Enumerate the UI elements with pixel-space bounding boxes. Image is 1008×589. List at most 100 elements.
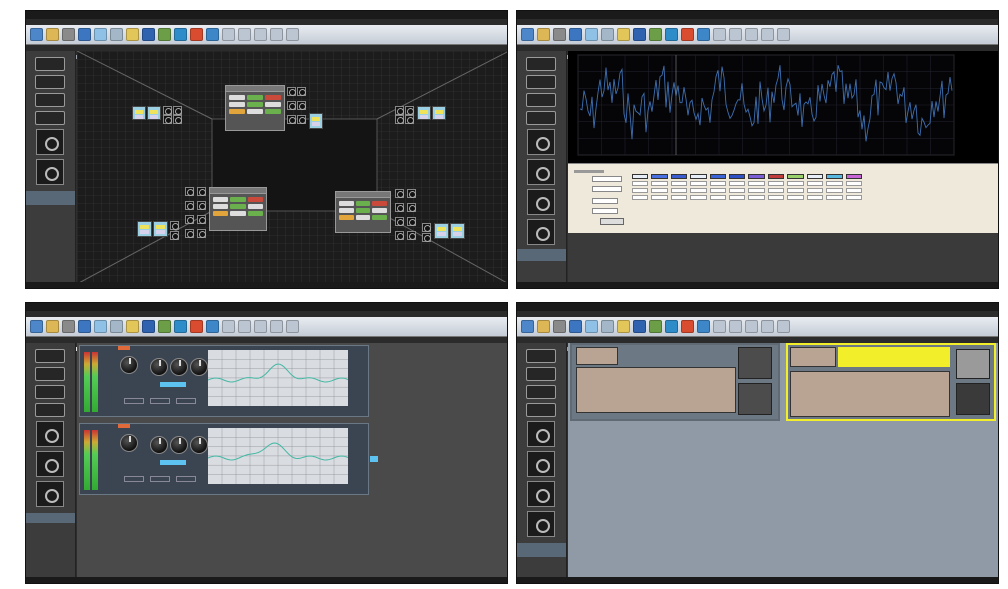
channel-value-field[interactable]	[690, 195, 707, 200]
sidebar-button[interactable]	[35, 403, 65, 417]
monitor-icon[interactable]	[158, 320, 171, 333]
channel-cell[interactable]	[651, 174, 668, 218]
copy-icon[interactable]	[78, 28, 91, 41]
copy-icon[interactable]	[78, 320, 91, 333]
open-icon[interactable]	[30, 28, 43, 41]
speaker-icon[interactable]	[197, 229, 206, 238]
channel-value-field[interactable]	[845, 195, 862, 200]
speaker-icon[interactable]	[36, 421, 64, 447]
q-knob[interactable]	[170, 358, 188, 376]
speaker-icon[interactable]	[407, 231, 416, 240]
link-icon[interactable]	[142, 320, 155, 333]
freq-knob[interactable]	[150, 436, 168, 454]
preset-save-button[interactable]	[738, 347, 772, 379]
eq-setting-field[interactable]	[124, 476, 144, 482]
new-icon[interactable]	[553, 28, 566, 41]
sidebar-button[interactable]	[526, 349, 556, 363]
speaker-module[interactable]	[153, 221, 168, 237]
speaker-icon[interactable]	[407, 203, 416, 212]
freq-knob[interactable]	[150, 358, 168, 376]
zone-panel[interactable]	[209, 187, 267, 231]
channel-color-swatch[interactable]	[632, 174, 649, 179]
screen-icon[interactable]	[585, 28, 598, 41]
channel-cell[interactable]	[709, 174, 727, 218]
channel-color-swatch[interactable]	[690, 174, 707, 179]
channel-value-field[interactable]	[767, 181, 785, 186]
zone-panel[interactable]	[225, 85, 285, 131]
channel-value-field[interactable]	[670, 181, 688, 186]
folder-icon[interactable]	[126, 28, 139, 41]
speaker-icon[interactable]	[527, 129, 555, 155]
eq-graph[interactable]	[208, 350, 348, 406]
zoom-icon[interactable]	[254, 28, 267, 41]
speaker-icon[interactable]	[527, 189, 555, 215]
eq-bypass-button[interactable]	[160, 460, 186, 465]
channel-value-field[interactable]	[845, 188, 862, 193]
open-icon[interactable]	[521, 320, 534, 333]
channel-value-field[interactable]	[806, 188, 824, 193]
speaker-icon[interactable]	[173, 115, 182, 124]
help-icon[interactable]	[286, 28, 299, 41]
speaker-icon[interactable]	[36, 481, 64, 507]
flag-icon[interactable]	[206, 28, 219, 41]
grid-icon[interactable]	[713, 28, 726, 41]
speaker-module[interactable]	[432, 106, 446, 120]
speaker-icon[interactable]	[185, 201, 194, 210]
open-icon[interactable]	[521, 28, 534, 41]
sidebar-button[interactable]	[526, 403, 556, 417]
channel-cell[interactable]	[670, 174, 688, 218]
speaker-icon[interactable]	[527, 421, 555, 447]
flag-icon[interactable]	[697, 320, 710, 333]
mute-toggle[interactable]	[118, 346, 130, 350]
speaker-icon[interactable]	[163, 115, 172, 124]
channel-color-swatch[interactable]	[845, 174, 862, 179]
speaker-icon[interactable]	[197, 187, 206, 196]
sidebar-button[interactable]	[526, 367, 556, 381]
photo-icon[interactable]	[665, 28, 678, 41]
speaker-icon[interactable]	[170, 231, 179, 240]
channel-value-field[interactable]	[632, 188, 649, 193]
level-knob[interactable]	[190, 436, 208, 454]
channel-color-swatch[interactable]	[670, 174, 688, 179]
sidebar-button[interactable]	[526, 385, 556, 399]
channel-color-swatch[interactable]	[787, 174, 804, 179]
save-icon[interactable]	[46, 28, 59, 41]
channel-value-field[interactable]	[709, 181, 727, 186]
speaker-icon[interactable]	[405, 106, 414, 115]
grid-icon[interactable]	[713, 320, 726, 333]
speaker-icon[interactable]	[185, 187, 194, 196]
sidebar-button[interactable]	[526, 57, 556, 71]
sidebar-button[interactable]	[35, 385, 65, 399]
speaker-icon[interactable]	[287, 87, 296, 96]
speaker-icon[interactable]	[527, 451, 555, 477]
table-icon[interactable]	[238, 320, 251, 333]
plane-icon[interactable]	[681, 320, 694, 333]
channel-value-field[interactable]	[690, 188, 707, 193]
gain-knob[interactable]	[120, 356, 138, 374]
channel-value-field[interactable]	[670, 188, 688, 193]
sidebar-button[interactable]	[526, 75, 556, 89]
screen-icon[interactable]	[585, 320, 598, 333]
screen-icon[interactable]	[94, 320, 107, 333]
channel-value-field[interactable]	[709, 188, 727, 193]
zoom-icon[interactable]	[745, 320, 758, 333]
preset-card[interactable]	[570, 343, 780, 421]
flag-icon[interactable]	[206, 320, 219, 333]
channel-value-field[interactable]	[748, 181, 765, 186]
speaker-icon[interactable]	[197, 215, 206, 224]
speaker-icon[interactable]	[197, 201, 206, 210]
layout-icon[interactable]	[270, 320, 283, 333]
speaker-icon[interactable]	[422, 223, 431, 232]
channel-cell[interactable]	[632, 174, 649, 218]
speaker-icon[interactable]	[407, 217, 416, 226]
speaker-icon[interactable]	[185, 215, 194, 224]
screen-icon[interactable]	[94, 28, 107, 41]
parameter-input[interactable]	[592, 176, 622, 182]
monitor-icon[interactable]	[649, 28, 662, 41]
sidebar-button[interactable]	[35, 93, 65, 107]
help-icon[interactable]	[777, 28, 790, 41]
photo-icon[interactable]	[174, 320, 187, 333]
preset-save-button[interactable]	[956, 349, 990, 379]
channel-value-field[interactable]	[787, 181, 804, 186]
new-icon[interactable]	[62, 320, 75, 333]
